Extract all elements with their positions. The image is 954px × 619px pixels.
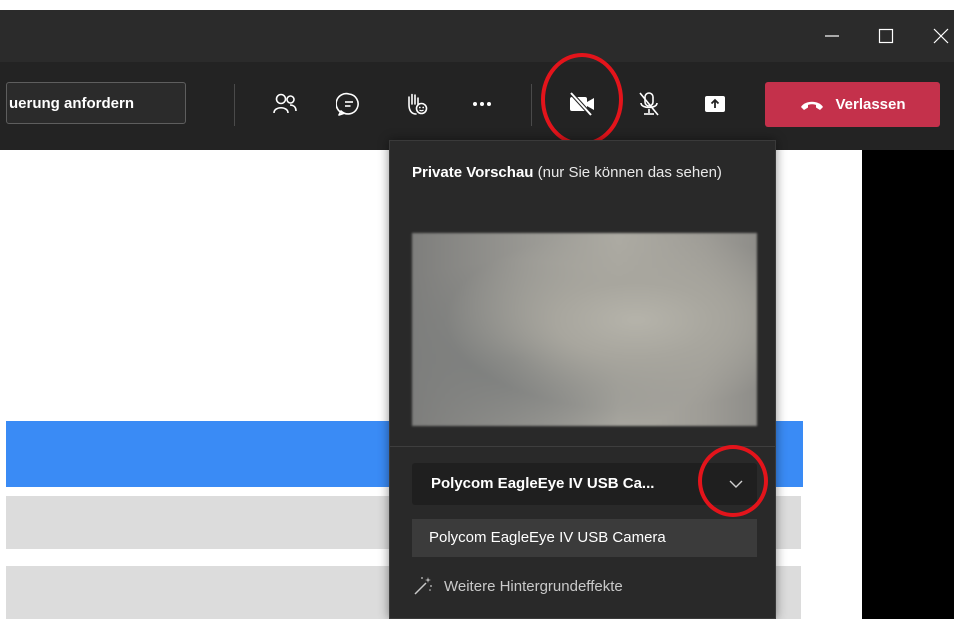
preview-title: Private Vorschau (nur Sie können das seh… (412, 161, 752, 185)
preview-title-note: (nur Sie können das sehen) (533, 164, 722, 181)
popup-divider (390, 446, 775, 447)
leave-button[interactable]: Verlassen (765, 82, 940, 127)
background-effects-link[interactable]: Weitere Hintergrundeffekte (412, 571, 623, 601)
request-control-label: uerung anfordern (9, 94, 135, 112)
mic-toggle-button[interactable] (629, 84, 669, 124)
maximize-button[interactable] (863, 10, 909, 62)
raise-hand-icon (408, 93, 428, 115)
camera-select-value: Polycom EagleEye IV USB Ca... (431, 475, 655, 492)
close-icon (933, 28, 949, 44)
camera-preview-video (412, 233, 757, 426)
chat-icon (336, 92, 359, 116)
magic-wand-icon (414, 577, 432, 595)
chevron-highlight-circle (698, 445, 768, 517)
minimize-icon (825, 35, 839, 37)
maximize-icon (878, 28, 894, 44)
chat-button[interactable] (329, 84, 369, 124)
request-control-button[interactable]: uerung anfordern (6, 82, 186, 124)
close-button[interactable] (918, 10, 954, 62)
more-options-button[interactable] (462, 84, 502, 124)
toolbar-divider (234, 84, 235, 126)
mic-off-icon (639, 92, 659, 116)
share-screen-button[interactable] (695, 84, 735, 124)
background-effects-label: Weitere Hintergrundeffekte (444, 577, 623, 595)
toolbar-divider (531, 84, 532, 126)
more-icon (473, 102, 491, 106)
share-icon (705, 96, 725, 112)
camera-preview-popup: Private Vorschau (nur Sie können das seh… (389, 140, 776, 619)
leave-label: Verlassen (835, 96, 906, 113)
camera-option-item[interactable]: Polycom EagleEye IV USB Camera (412, 519, 757, 557)
hang-up-icon (801, 101, 824, 110)
preview-title-bold: Private Vorschau (412, 164, 534, 181)
minimize-button[interactable] (809, 10, 855, 62)
title-bar (0, 10, 954, 62)
meeting-toolbar: uerung anfordern Verlassen (0, 62, 954, 150)
camera-highlight-circle (541, 53, 623, 146)
video-stage (862, 150, 954, 619)
participants-button[interactable] (265, 84, 305, 124)
raise-hand-button[interactable] (396, 84, 436, 124)
participants-icon (273, 93, 297, 114)
